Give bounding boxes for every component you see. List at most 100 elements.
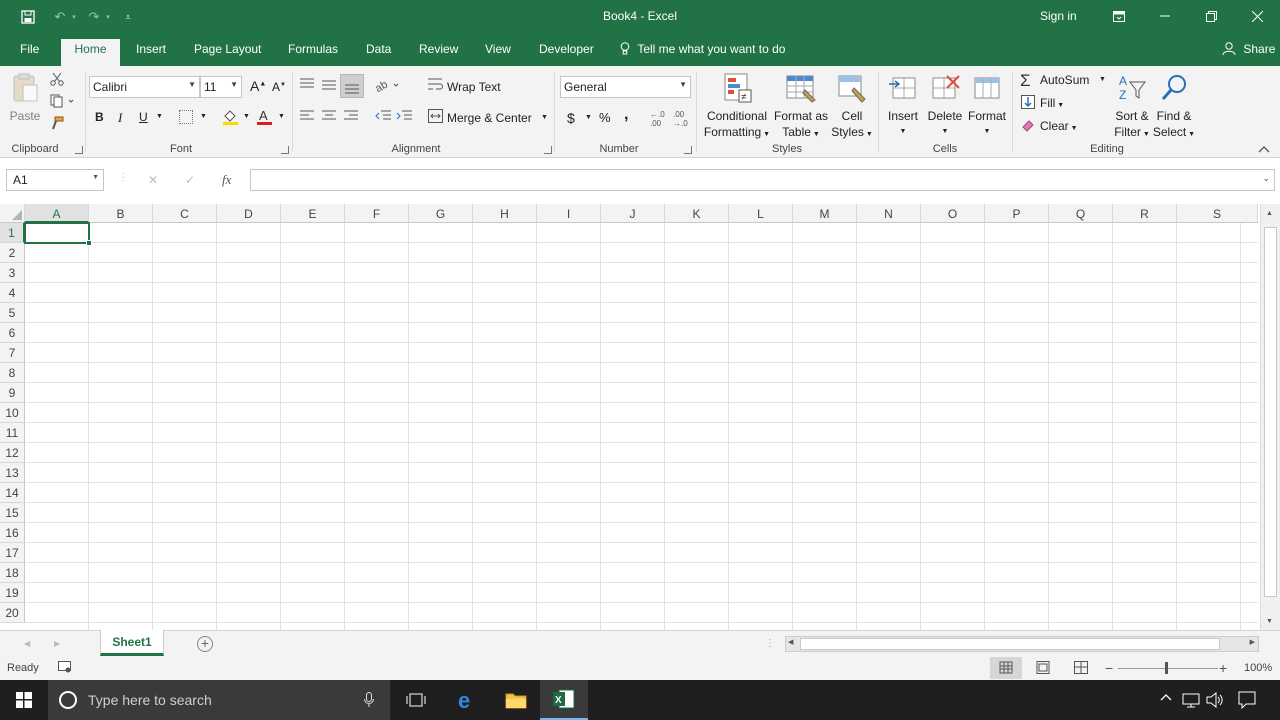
chevron-up-icon[interactable]: [1160, 693, 1172, 704]
column-header-d[interactable]: D: [217, 204, 281, 223]
decrease-indent-icon[interactable]: [375, 110, 393, 124]
decrease-decimal-icon[interactable]: .00 →.0: [673, 110, 691, 128]
column-header-q[interactable]: Q: [1049, 204, 1113, 223]
top-align-icon[interactable]: [300, 78, 316, 92]
worksheet-grid[interactable]: ▲ ▼ A B C D E F G H I J K L M N O P Q R S 1 2 3 4 5 6 7 8 9 10 11 12 13…: [0, 204, 1280, 630]
merge-center-button[interactable]: Merge & Center: [447, 111, 532, 125]
column-header-h[interactable]: H: [473, 204, 537, 223]
row-header-9[interactable]: 9: [0, 383, 25, 403]
cut-icon[interactable]: [50, 72, 66, 88]
tab-page-layout[interactable]: Page Layout: [194, 42, 261, 56]
column-header-c[interactable]: C: [153, 204, 217, 223]
cell-styles-button[interactable]: Cell Styles ▼: [829, 72, 875, 143]
insert-function-icon[interactable]: fx: [222, 172, 231, 188]
tab-developer[interactable]: Developer: [539, 42, 594, 56]
currency-button[interactable]: $: [567, 110, 575, 126]
font-launcher-icon[interactable]: [281, 146, 289, 154]
row-header-3[interactable]: 3: [0, 263, 25, 283]
find-select-button[interactable]: Find & Select ▼: [1152, 72, 1196, 143]
format-cells-button[interactable]: Format ▼: [966, 72, 1008, 140]
font-color-icon[interactable]: A: [256, 108, 276, 126]
autosum-dropdown-icon[interactable]: ▼: [1099, 76, 1106, 83]
row-header-13[interactable]: 13: [0, 463, 25, 483]
middle-align-icon[interactable]: [322, 78, 338, 92]
row-header-5[interactable]: 5: [0, 303, 25, 323]
row-header-19[interactable]: 19: [0, 583, 25, 603]
macro-record-icon[interactable]: [58, 661, 72, 674]
font-color-dropdown-icon[interactable]: ▼: [278, 113, 285, 120]
row-header-6[interactable]: 6: [0, 323, 25, 343]
row-header-20[interactable]: 20: [0, 603, 25, 623]
prev-sheet-icon[interactable]: ◀: [24, 639, 30, 648]
copy-icon[interactable]: [50, 94, 78, 110]
scroll-up-icon[interactable]: ▲: [1266, 210, 1273, 217]
bold-button[interactable]: B: [95, 110, 104, 124]
eraser-icon[interactable]: [1021, 118, 1035, 132]
select-all-corner[interactable]: [0, 204, 25, 223]
zoom-slider-track[interactable]: [1118, 668, 1218, 669]
scroll-left-icon[interactable]: ◀: [788, 638, 793, 646]
number-launcher-icon[interactable]: [684, 146, 692, 154]
tab-review[interactable]: Review: [419, 42, 458, 56]
network-icon[interactable]: [1182, 692, 1200, 711]
row-header-11[interactable]: 11: [0, 423, 25, 443]
formula-input[interactable]: ⌄: [250, 169, 1275, 191]
vertical-scrollbar[interactable]: ▲ ▼: [1260, 204, 1280, 630]
comma-button[interactable]: ,: [624, 106, 628, 124]
underline-button[interactable]: U: [139, 110, 148, 124]
taskbar-search-box[interactable]: Type here to search: [48, 680, 390, 720]
row-header-1[interactable]: 1: [0, 223, 25, 243]
wrap-text-button[interactable]: Wrap Text: [447, 80, 501, 94]
collapse-ribbon-icon[interactable]: [1258, 142, 1272, 153]
share-button[interactable]: Share: [1222, 42, 1275, 56]
tab-data[interactable]: Data: [366, 42, 391, 56]
ribbon-display-options-icon[interactable]: [1096, 0, 1142, 32]
clear-button[interactable]: Clear ▼: [1040, 119, 1078, 133]
column-header-b[interactable]: B: [89, 204, 153, 223]
fill-icon[interactable]: [1021, 95, 1035, 109]
notifications-icon[interactable]: [1238, 691, 1256, 712]
row-header-17[interactable]: 17: [0, 543, 25, 563]
horizontal-scrollbar[interactable]: ◀ ▶: [785, 636, 1259, 652]
row-header-8[interactable]: 8: [0, 363, 25, 383]
wrap-text-icon[interactable]: [428, 77, 444, 93]
excel-taskbar-icon[interactable]: X: [540, 680, 588, 720]
row-header-18[interactable]: 18: [0, 563, 25, 583]
restore-icon[interactable]: [1188, 0, 1234, 32]
zoom-out-icon[interactable]: −: [1105, 660, 1113, 676]
row-header-4[interactable]: 4: [0, 283, 25, 303]
column-header-f[interactable]: F: [345, 204, 409, 223]
column-header-n[interactable]: N: [857, 204, 921, 223]
italic-button[interactable]: I: [118, 110, 122, 126]
fill-color-dropdown-icon[interactable]: ▼: [243, 113, 250, 120]
align-left-icon[interactable]: [300, 110, 316, 124]
zoom-level[interactable]: 100%: [1244, 662, 1272, 674]
align-center-icon[interactable]: [322, 110, 338, 124]
shrink-font-button[interactable]: A▼: [272, 80, 286, 94]
merge-center-icon[interactable]: [428, 109, 444, 125]
sheet-tab-sheet1[interactable]: Sheet1: [100, 630, 164, 656]
clipboard-launcher-icon[interactable]: [75, 146, 83, 154]
increase-indent-icon[interactable]: [396, 110, 414, 124]
autosum-icon[interactable]: Σ: [1020, 71, 1031, 91]
tab-file[interactable]: File: [20, 42, 39, 56]
microphone-icon[interactable]: [364, 692, 374, 711]
column-header-k[interactable]: K: [665, 204, 729, 223]
percent-button[interactable]: %: [599, 110, 611, 125]
fill-handle[interactable]: [86, 240, 92, 246]
volume-icon[interactable]: [1206, 691, 1224, 711]
column-header-j[interactable]: J: [601, 204, 665, 223]
tell-me-box[interactable]: Tell me what you want to do: [620, 42, 785, 56]
grow-font-button[interactable]: A▲: [250, 78, 266, 94]
scroll-down-icon[interactable]: ▼: [1266, 618, 1273, 625]
expand-formula-bar-icon[interactable]: ⌄: [1262, 173, 1270, 184]
column-header-e[interactable]: E: [281, 204, 345, 223]
column-header-a[interactable]: A: [25, 204, 89, 223]
column-header-o[interactable]: O: [921, 204, 985, 223]
paste-button[interactable]: Paste: [8, 72, 42, 124]
borders-icon[interactable]: [179, 110, 193, 124]
add-sheet-icon[interactable]: +: [197, 636, 213, 652]
tab-home[interactable]: Home: [61, 39, 120, 66]
scroll-right-icon[interactable]: ▶: [1250, 638, 1255, 646]
file-explorer-icon[interactable]: [492, 680, 540, 720]
